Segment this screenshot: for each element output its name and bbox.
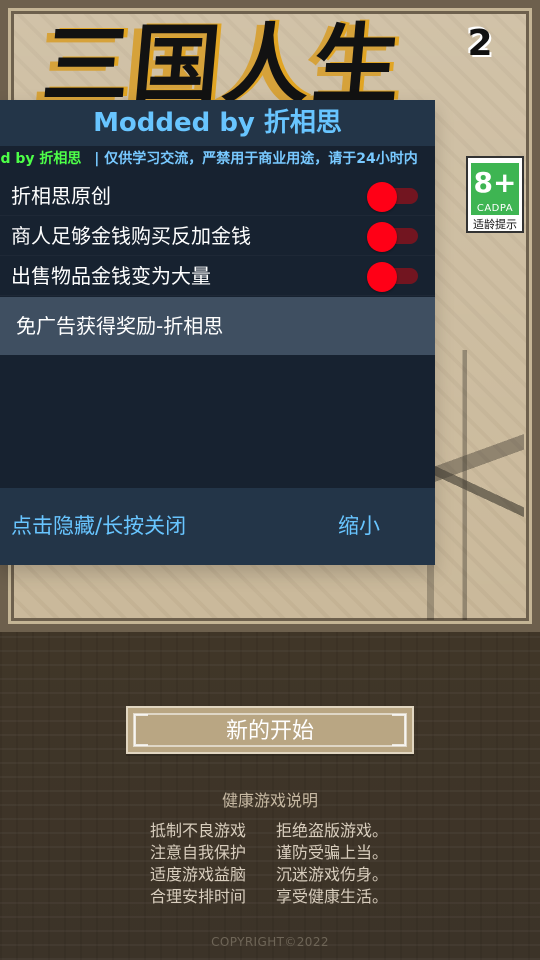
mod-menu-footer: 点击隐藏/长按关闭 缩小 bbox=[0, 488, 435, 565]
game-screen: 三国人生 2 8+ CADPA 适龄提示 Modded by 折相思 ed by… bbox=[0, 0, 540, 960]
age-rating-badge: 8+ CADPA 适龄提示 bbox=[466, 156, 524, 233]
game-title-number: 2 bbox=[467, 23, 493, 64]
health-notice-text: 抵制不良游戏 拒绝盗版游戏。 注意自我保护 谨防受骗上当。 适度游戏益脑 沉迷游戏伤身… bbox=[150, 820, 410, 908]
health-notice-phrase: 享受健康生活。 bbox=[276, 887, 389, 906]
health-notice-phrase: 合理安排时间 bbox=[150, 887, 247, 906]
mod-menu-title: Modded by 折相思 bbox=[0, 100, 435, 146]
mod-option-toggle-original[interactable] bbox=[367, 182, 419, 212]
mod-menu-notice-bar: ed by 折相思 | 仅供学习交流，严禁用于商业用途，请于24小时内 bbox=[0, 146, 435, 172]
toggle-knob bbox=[367, 182, 397, 212]
mod-option-toggle-merchant-money[interactable] bbox=[367, 222, 419, 252]
health-notice-phrase: 谨防受骗上当。 bbox=[276, 843, 389, 862]
age-rating-org: CADPA bbox=[476, 203, 514, 214]
health-notice-phrase: 沉迷游戏伤身。 bbox=[276, 865, 389, 884]
shrink-button[interactable]: 缩小 bbox=[338, 488, 380, 565]
mod-menu-notice-author: ed by 折相思 bbox=[0, 151, 82, 167]
age-rating-number: 8+ bbox=[473, 166, 517, 199]
mod-menu-empty-area bbox=[0, 355, 435, 488]
mod-option-toggle-sell-money[interactable] bbox=[367, 262, 419, 292]
health-notice-row: 适度游戏益脑 沉迷游戏伤身。 bbox=[150, 864, 410, 886]
mod-option-label: 出售物品金钱变为大量 bbox=[11, 264, 211, 288]
mod-option-row-merchant-money[interactable]: 商人足够金钱购买反加金钱 bbox=[0, 216, 435, 256]
health-notice-phrase: 拒绝盗版游戏。 bbox=[276, 821, 389, 840]
health-notice-phrase: 注意自我保护 bbox=[150, 843, 247, 862]
mod-menu-panel: Modded by 折相思 ed by 折相思 | 仅供学习交流，严禁用于商业用… bbox=[0, 100, 435, 565]
health-notice-row: 抵制不良游戏 拒绝盗版游戏。 bbox=[150, 820, 410, 842]
game-title: 三国人生 bbox=[38, 13, 408, 116]
mod-menu-notice-text: | 仅供学习交流，严禁用于商业用途，请于24小时内 bbox=[94, 151, 418, 167]
new-game-button[interactable]: 新的开始 bbox=[126, 706, 414, 754]
mod-option-label: 商人足够金钱购买反加金钱 bbox=[11, 224, 251, 248]
copyright-text: COPYRIGHT©2022 bbox=[211, 935, 329, 949]
hide-close-button[interactable]: 点击隐藏/长按关闭 bbox=[11, 488, 186, 565]
health-notice-row: 注意自我保护 谨防受骗上当。 bbox=[150, 842, 410, 864]
health-notice-row: 合理安排时间 享受健康生活。 bbox=[150, 886, 410, 908]
toggle-knob bbox=[367, 222, 397, 252]
toggle-knob bbox=[367, 262, 397, 292]
mod-option-row-sell-money[interactable]: 出售物品金钱变为大量 bbox=[0, 256, 435, 296]
mod-option-label: 折相思原创 bbox=[11, 184, 111, 208]
age-rating-mark: 8+ CADPA bbox=[471, 163, 519, 215]
health-notice-phrase: 抵制不良游戏 bbox=[150, 821, 247, 840]
health-notice-title: 健康游戏说明 bbox=[221, 791, 318, 810]
health-notice-phrase: 适度游戏益脑 bbox=[150, 865, 247, 884]
reward-button[interactable]: 免广告获得奖励-折相思 bbox=[0, 297, 435, 355]
mod-option-row-original[interactable]: 折相思原创 bbox=[0, 176, 435, 216]
age-rating-label: 适龄提示 bbox=[473, 218, 517, 231]
